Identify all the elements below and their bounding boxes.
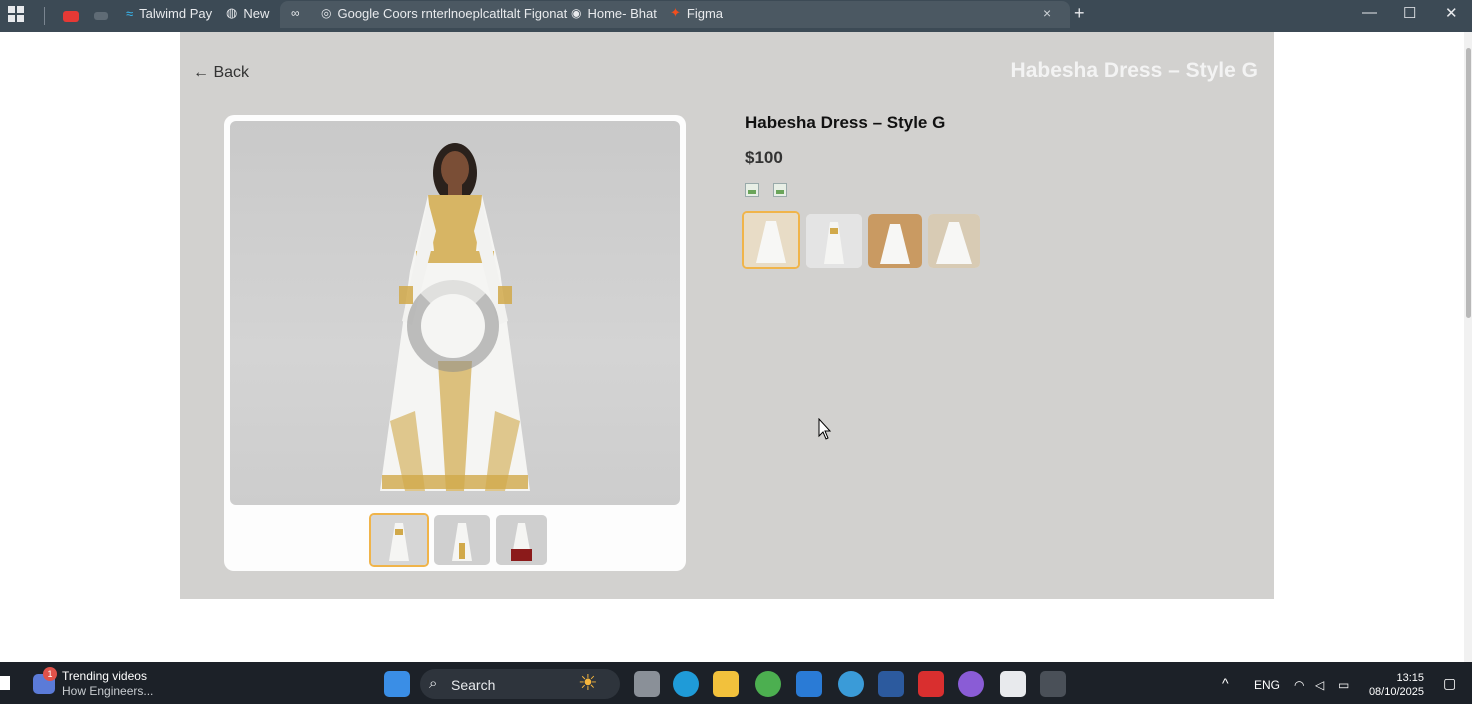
- wifi-icon[interactable]: ◠: [1294, 678, 1304, 692]
- variant-thumbnail[interactable]: [868, 214, 922, 268]
- dress-thumbnail-image: [496, 515, 547, 565]
- page-header-title: Habesha Dress – Style G: [1010, 59, 1258, 82]
- maximize-button[interactable]: ☐: [1403, 4, 1416, 22]
- app-icon-red[interactable]: [918, 671, 944, 697]
- news-badge: 1: [43, 667, 57, 681]
- clock-date: 08/10/2025: [1368, 686, 1424, 698]
- chevron-up-icon[interactable]: ^: [1222, 675, 1229, 691]
- bookmark-label: Google Coors rnterlnoeplcatltalt Figonat: [337, 5, 568, 21]
- edge-browser-icon[interactable]: [673, 671, 699, 697]
- gallery-thumbnail[interactable]: [369, 513, 429, 567]
- close-window-button[interactable]: ✕: [1445, 4, 1458, 22]
- app-icon-blue[interactable]: [838, 671, 864, 697]
- close-tab-icon[interactable]: ×: [1043, 5, 1051, 21]
- vscode-icon[interactable]: [796, 671, 822, 697]
- variant-thumbnail-image: [806, 214, 862, 268]
- gallery-thumbnail[interactable]: [496, 515, 547, 565]
- variant-thumbnail-image: [744, 213, 798, 267]
- start-edge-icon[interactable]: [0, 676, 10, 690]
- variant-thumbnail[interactable]: [742, 211, 800, 269]
- broken-image-icon: [745, 183, 759, 197]
- windows-start-icon[interactable]: [384, 671, 410, 697]
- figma-icon: ✦: [670, 5, 681, 20]
- scrollbar-thumb[interactable]: [1466, 48, 1471, 318]
- clock-time: 13:15: [1396, 672, 1424, 684]
- news-title: Trending videos: [62, 669, 147, 683]
- news-widget[interactable]: Trending videos How Engineers...: [62, 669, 153, 699]
- terminal-icon[interactable]: [1040, 671, 1066, 697]
- link-icon: ∞: [291, 6, 300, 20]
- tailwind-icon: ≈: [126, 5, 134, 21]
- bookmark-new[interactable]: ◍ New: [226, 0, 269, 26]
- bookmark-home-chat[interactable]: ◉ Home- Bhat: [571, 0, 657, 26]
- search-icon: ⌕: [429, 675, 438, 692]
- task-view-icon[interactable]: [634, 671, 660, 697]
- bookmark-site[interactable]: [94, 3, 108, 29]
- mouse-cursor-icon: [818, 418, 832, 440]
- loading-spinner-icon: [407, 280, 499, 372]
- bookmark-divider: [44, 7, 45, 25]
- back-link[interactable]: ← Back: [193, 64, 249, 82]
- bookmark-label: Talwimd Pay: [139, 5, 213, 21]
- app-icon-purple[interactable]: [958, 671, 984, 697]
- notion-icon[interactable]: [1000, 671, 1026, 697]
- sun-icon: ☀: [578, 670, 598, 695]
- search-label: Search: [451, 677, 496, 693]
- gallery-thumbnail[interactable]: [434, 515, 490, 565]
- volume-icon[interactable]: ◁: [1315, 678, 1324, 692]
- variant-thumbnail-image: [928, 214, 980, 268]
- variant-thumbnail-image: [868, 214, 922, 268]
- system-clock[interactable]: 13:15 08/10/2025: [1368, 671, 1424, 699]
- browser-tab-bar: ≈ Talwimd Pay ◍ New ∞ ◎ Google Coors rnt…: [0, 0, 1472, 32]
- variant-thumbnail[interactable]: [928, 214, 980, 268]
- variant-thumbnail[interactable]: [806, 214, 862, 268]
- app-icon-navy[interactable]: [878, 671, 904, 697]
- language-indicator[interactable]: ENG: [1254, 678, 1280, 692]
- bookmark-link[interactable]: ∞: [291, 0, 300, 26]
- dress-thumbnail-image: [371, 515, 427, 565]
- site-icon: [94, 12, 108, 20]
- windows-taskbar: 1 Trending videos How Engineers... ⌕ Sea…: [0, 662, 1472, 704]
- bookmark-figma[interactable]: ✦ Figma: [670, 0, 723, 26]
- news-subtitle: How Engineers...: [62, 684, 154, 698]
- google-icon: ◎: [321, 6, 332, 20]
- apps-grid-icon[interactable]: [8, 6, 24, 22]
- battery-icon[interactable]: ▭: [1338, 678, 1349, 692]
- bookmark-google[interactable]: ◎ Google Coors rnterlnoeplcatltalt Figon…: [321, 0, 567, 26]
- bookmark-youtube[interactable]: [63, 3, 79, 29]
- bookmark-label: Figma: [686, 5, 724, 21]
- bookmark-label: Home- Bhat: [587, 5, 657, 21]
- dress-thumbnail-image: [434, 515, 490, 565]
- minimize-button[interactable]: —: [1362, 4, 1377, 21]
- youtube-icon: [63, 10, 79, 22]
- globe-icon: ◍: [226, 5, 238, 20]
- file-explorer-icon[interactable]: [713, 671, 739, 697]
- new-tab-button[interactable]: +: [1074, 3, 1085, 24]
- bookmark-tailwind[interactable]: ≈ Talwimd Pay: [126, 0, 212, 26]
- product-price: $100: [745, 148, 783, 167]
- bookmark-label: New: [243, 5, 270, 21]
- chat-icon: ◉: [571, 6, 582, 20]
- notifications-icon[interactable]: ▢: [1443, 675, 1456, 692]
- broken-image-icon: [773, 183, 787, 197]
- product-title: Habesha Dress – Style G: [745, 113, 946, 132]
- chrome-icon[interactable]: [755, 671, 781, 697]
